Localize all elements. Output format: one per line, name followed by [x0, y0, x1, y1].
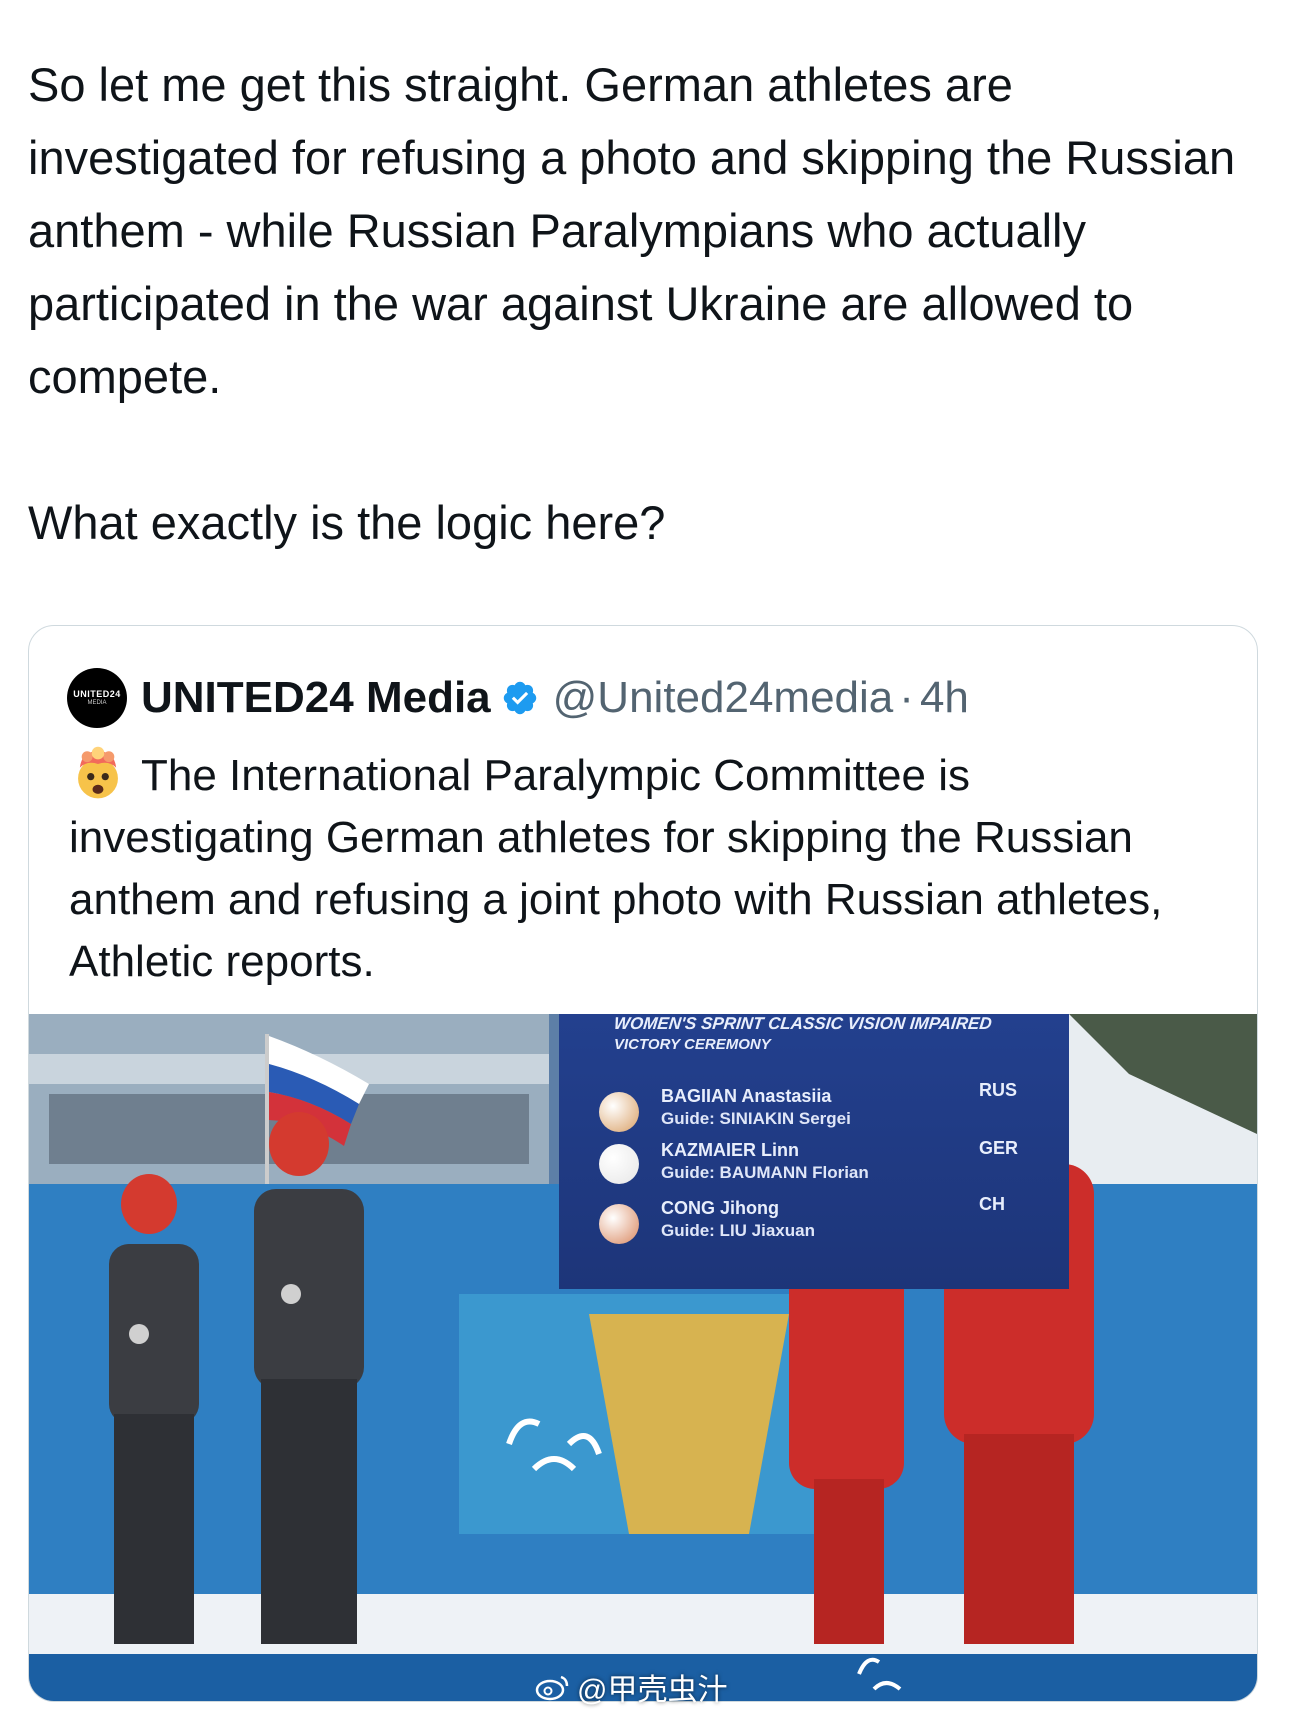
result-name: CONG Jihong [661, 1198, 779, 1218]
author-name[interactable]: UNITED24 Media [141, 673, 491, 723]
silver-medal-icon [599, 1144, 639, 1184]
exploding-head-emoji-icon [78, 746, 118, 799]
separator-dot: · [899, 673, 914, 722]
result-guide: Guide: LIU Jiaxuan [661, 1221, 815, 1240]
post-text: So let me get this straight. German athl… [28, 58, 1236, 549]
results-board: WOMEN'S SPRINT CLASSIC VISION IMPAIRED V… [559, 1014, 1069, 1289]
avatar-sub-label: MEDIA [87, 700, 107, 706]
result-name: KAZMAIER Linn [661, 1140, 799, 1160]
quoted-post-body: The International Paralympic Committee i… [69, 751, 1173, 986]
result-nation: GER [979, 1138, 1019, 1158]
board-title: WOMEN'S SPRINT CLASSIC VISION IMPAIRED [613, 1014, 993, 1033]
board-subtitle: VICTORY CEREMONY [614, 1036, 771, 1053]
result-nation: CH [979, 1194, 1005, 1214]
watermark-text: @甲壳虫汁 [577, 1674, 728, 1707]
quoted-post-card[interactable]: UNITED24 MEDIA UNITED24 Media @United24m… [28, 625, 1258, 1702]
quoted-post-text: The International Paralympic Committee i… [69, 744, 1219, 993]
bronze-medal-icon [599, 1204, 639, 1244]
gold-medal-icon [599, 1092, 639, 1132]
result-nation: RUS [979, 1080, 1018, 1100]
attached-photo[interactable]: WOMEN'S SPRINT CLASSIC VISION IMPAIRED V… [29, 1014, 1257, 1701]
result-guide: Guide: BAUMANN Florian [661, 1163, 869, 1182]
result-name: BAGIIAN Anastasiia [661, 1086, 832, 1106]
post-timestamp[interactable]: 4h [920, 673, 969, 723]
weibo-icon [535, 1675, 569, 1701]
result-guide: Guide: SINIAKIN Sergei [661, 1109, 851, 1128]
avatar-label: UNITED24 [73, 689, 121, 699]
verified-badge-icon [503, 681, 536, 715]
quoted-post-header: UNITED24 MEDIA UNITED24 Media @United24m… [67, 668, 969, 728]
avatar[interactable]: UNITED24 MEDIA [67, 668, 127, 728]
watermark: @甲壳虫汁 [535, 1665, 727, 1709]
author-handle[interactable]: @United24media [553, 673, 894, 723]
german-athlete-right [254, 1112, 364, 1644]
